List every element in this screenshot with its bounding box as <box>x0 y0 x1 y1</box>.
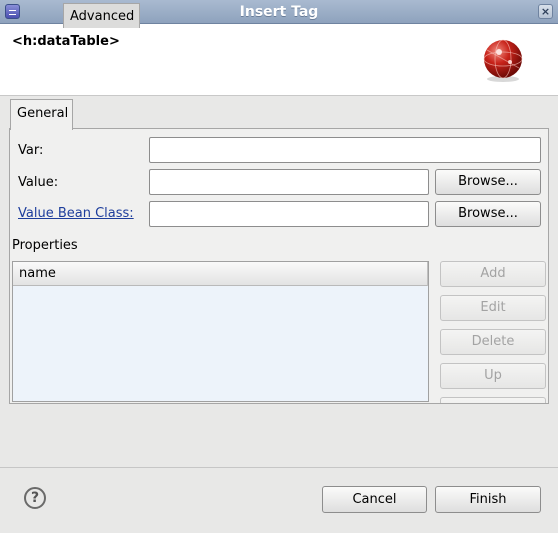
down-button-clipped <box>440 397 546 403</box>
var-field[interactable] <box>149 137 541 163</box>
properties-label: Properties <box>12 238 78 253</box>
footer-divider <box>0 467 558 468</box>
delete-button[interactable]: Delete <box>440 329 546 355</box>
help-icon[interactable]: ? <box>24 487 46 509</box>
value-field[interactable] <box>149 169 429 195</box>
tab-general[interactable]: General <box>10 99 73 130</box>
value-bean-class-link[interactable]: Value Bean Class: <box>18 206 134 221</box>
edit-button[interactable]: Edit <box>440 295 546 321</box>
dialog-header: <h:dataTable> <box>0 24 558 96</box>
value-label: Value: <box>18 175 59 190</box>
properties-table[interactable]: name <box>12 261 429 402</box>
var-label: Var: <box>18 143 44 158</box>
column-header-name[interactable]: name <box>13 262 428 286</box>
add-button[interactable]: Add <box>440 261 546 287</box>
browse-bean-class-button[interactable]: Browse... <box>435 201 541 227</box>
jsf-ball-icon <box>483 39 523 82</box>
up-button[interactable]: Up <box>440 363 546 389</box>
value-bean-class-field[interactable] <box>149 201 429 227</box>
tab-advanced[interactable]: Advanced <box>63 3 140 28</box>
close-icon[interactable]: × <box>538 4 553 19</box>
finish-button[interactable]: Finish <box>435 486 541 513</box>
browse-value-button[interactable]: Browse... <box>435 169 541 195</box>
tag-name: <h:dataTable> <box>12 34 120 49</box>
cancel-button[interactable]: Cancel <box>322 486 427 513</box>
